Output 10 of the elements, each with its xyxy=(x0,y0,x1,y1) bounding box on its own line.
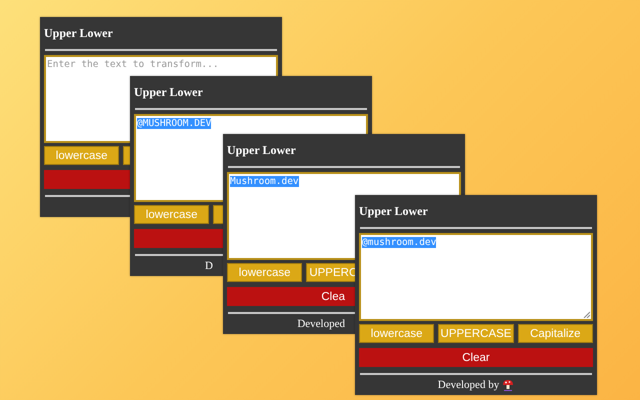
footer-text: Developed xyxy=(297,318,345,330)
selected-text: @mushroom.dev xyxy=(362,237,436,248)
popup-title: Upper Lower xyxy=(227,142,296,158)
selected-text: @MUSHROOM.DEV xyxy=(137,118,212,129)
popup-title: Upper Lower xyxy=(359,204,428,218)
footer-text: D xyxy=(205,260,213,272)
popup-title: Upper Lower xyxy=(44,26,113,40)
footer-text: Developed by xyxy=(438,379,500,391)
popup-title: Upper Lower xyxy=(134,84,203,100)
selected-text: Mushroom.dev xyxy=(230,176,299,187)
